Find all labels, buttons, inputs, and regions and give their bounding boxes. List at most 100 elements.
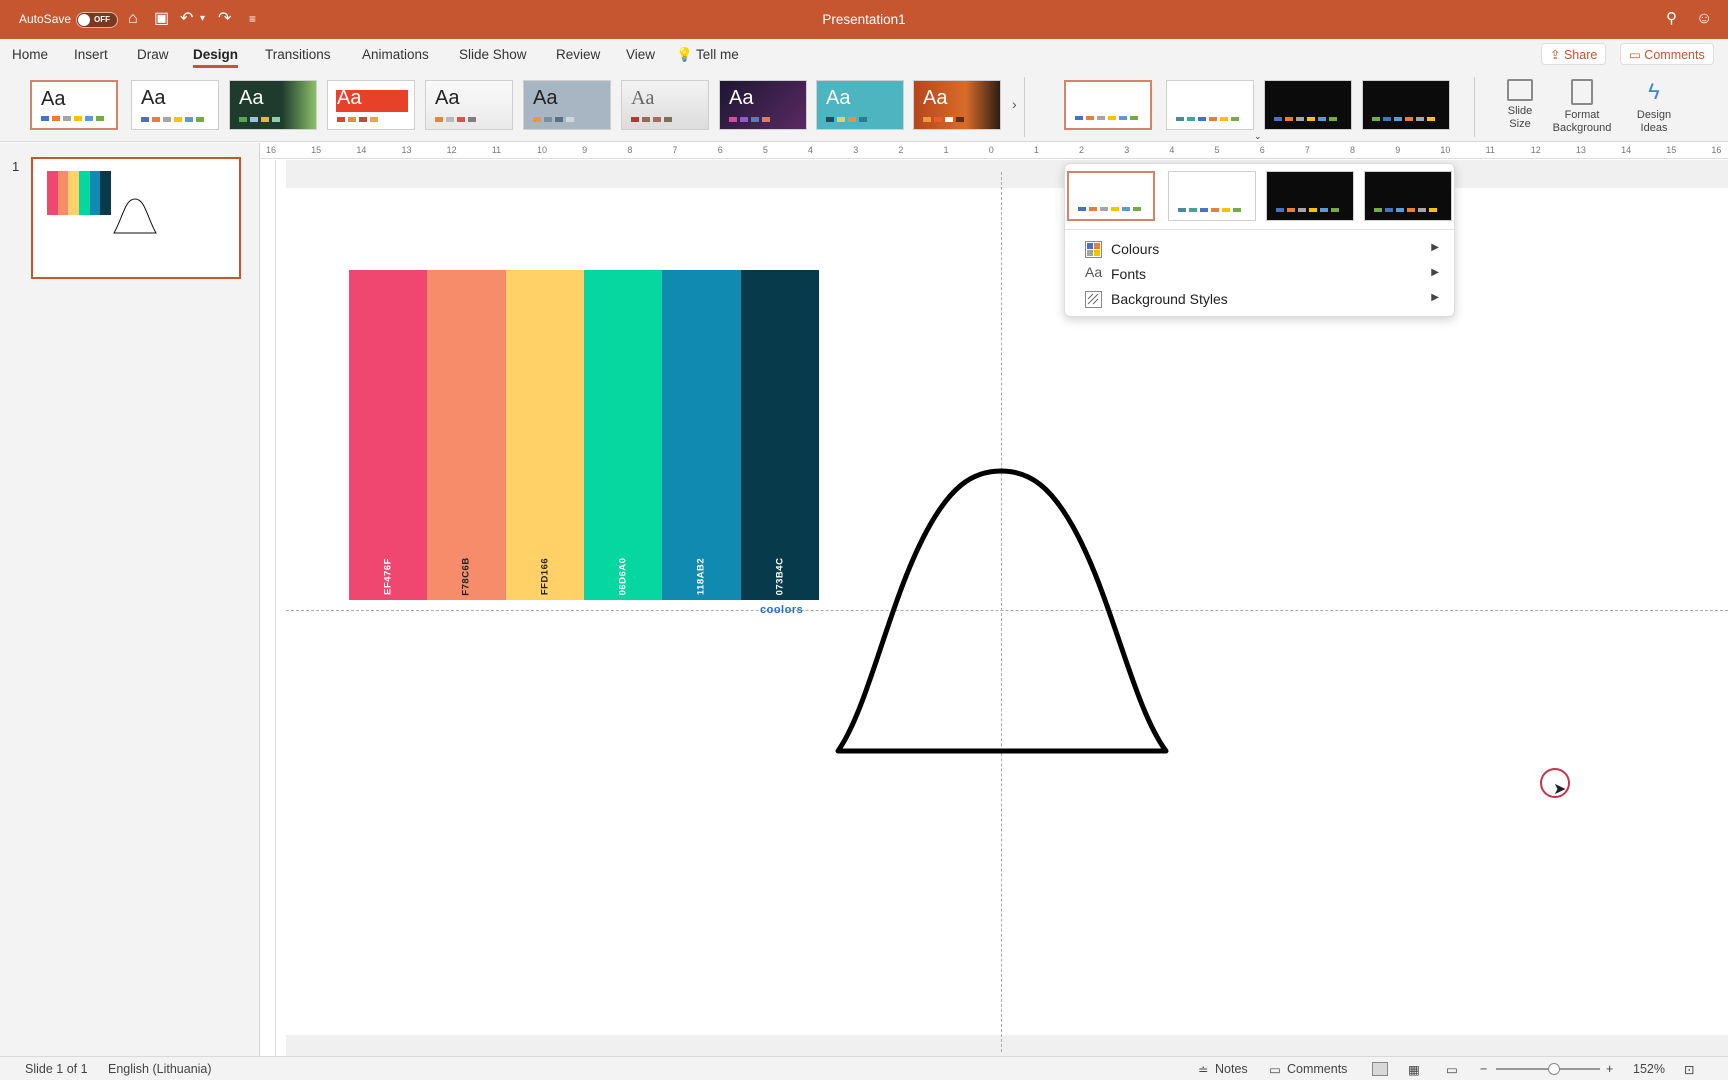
comments-button[interactable]: ▭ Comments (1620, 43, 1714, 65)
tab-transitions[interactable]: Transitions (265, 47, 331, 62)
design-ideas-button[interactable]: ϟ Design Ideas (1626, 79, 1682, 135)
variant-2[interactable] (1166, 80, 1254, 130)
fonts-label: Fonts (1111, 266, 1147, 282)
menu-item-fonts[interactable]: Aa Fonts ▶ (1085, 264, 1445, 286)
palette-swatch: 073B4C (740, 270, 819, 600)
smiley-icon[interactable]: ☺ (1696, 9, 1712, 29)
tab-slide-show[interactable]: Slide Show (459, 47, 527, 62)
theme-office-2[interactable]: Aa (131, 80, 219, 130)
share-label: Share (1563, 48, 1598, 62)
bell-curve-shape[interactable] (830, 465, 1175, 755)
tab-insert[interactable]: Insert (74, 47, 108, 62)
search-icon[interactable]: ⚲ (1666, 9, 1677, 29)
ruler-tick-label: 1 (943, 145, 949, 155)
canvas-margin-bottom (286, 1035, 1728, 1056)
theme-preview-text: Aa (239, 87, 264, 109)
zoom-level[interactable]: 152% (1633, 1062, 1665, 1076)
tab-home[interactable]: Home (12, 47, 48, 62)
zoom-slider-thumb[interactable] (1548, 1063, 1560, 1075)
normal-view-icon[interactable] (1372, 1062, 1388, 1076)
canvas-margin-top (286, 160, 1728, 188)
variant-1[interactable] (1064, 80, 1152, 130)
variants-dropdown: Colours ▶ Aa Fonts ▶ Background Styles ▶ (1064, 163, 1456, 317)
theme-orange[interactable]: Aa (913, 80, 1001, 130)
ribbon-divider (1474, 77, 1475, 137)
fit-to-window-icon[interactable]: ⊡ (1684, 1062, 1694, 1077)
swatch-hex-label: 06D6A0 (617, 557, 629, 596)
thumbnail-palette (47, 171, 112, 215)
share-icon: ⇪ (1550, 48, 1564, 62)
theme-preview-text: Aa (729, 87, 754, 109)
dropdown-variant-4[interactable] (1364, 171, 1452, 221)
format-background-icon (1571, 79, 1593, 105)
theme-preview-text: Aa (435, 87, 460, 109)
theme-newsprint[interactable]: Aa (621, 80, 709, 130)
menu-item-background-styles[interactable]: Background Styles ▶ (1085, 289, 1445, 311)
dropdown-variant-2[interactable] (1168, 171, 1256, 221)
ruler-tick-label: 9 (1395, 145, 1401, 155)
background-styles-icon (1085, 291, 1102, 308)
zoom-out-icon[interactable]: − (1480, 1062, 1487, 1076)
thumbnail-bell-shape (113, 198, 157, 234)
zoom-in-icon[interactable]: + (1606, 1062, 1613, 1076)
ruler-tick-label: 16 (1711, 145, 1722, 155)
dropdown-divider (1065, 229, 1456, 230)
ruler-tick-label: 3 (1124, 145, 1130, 155)
status-bar: Slide 1 of 1 English (Lithuania) ≐ Notes… (0, 1056, 1728, 1080)
ruler-tick-label: 7 (1304, 145, 1310, 155)
dropdown-variant-1[interactable] (1067, 171, 1155, 221)
ruler-tick-label: 1 (1033, 145, 1039, 155)
theme-green-dark[interactable]: Aa (229, 80, 317, 130)
theme-preview-text: Aa (631, 87, 655, 109)
slide-size-button[interactable]: Slide Size (1494, 79, 1546, 131)
tab-design[interactable]: Design (193, 47, 239, 68)
palette-swatch: 06D6A0 (583, 270, 663, 600)
theme-gray[interactable]: Aa (425, 80, 513, 130)
theme-slate[interactable]: Aa (523, 80, 611, 130)
slide-thumbnail[interactable] (31, 157, 241, 279)
ruler-tick-label: 2 (1079, 145, 1085, 155)
variants-expand-icon[interactable]: ⌄ (1254, 131, 1262, 142)
mouse-pointer-icon: ➤ (1553, 781, 1567, 798)
status-comments-button[interactable]: Comments (1287, 1062, 1347, 1076)
ruler-tick-label: 5 (1214, 145, 1220, 155)
tell-me-field[interactable]: Tell me (696, 47, 739, 62)
theme-office[interactable]: Aa (30, 80, 118, 130)
slides-panel: 1 (0, 143, 260, 1056)
theme-teal[interactable]: Aa (816, 80, 904, 130)
ruler-tick-label: 14 (356, 145, 367, 155)
slideshow-icon[interactable]: ▭ (1446, 1062, 1458, 1077)
dropdown-variant-3[interactable] (1266, 171, 1354, 221)
theme-red[interactable]: Aa (327, 80, 415, 130)
language-indicator[interactable]: English (Lithuania) (108, 1062, 212, 1076)
tab-animations[interactable]: Animations (362, 47, 429, 62)
share-button[interactable]: ⇪ Share (1541, 43, 1607, 65)
ruler-tick-label: 0 (988, 145, 994, 155)
swatch-hex-label: 118AB2 (695, 557, 707, 596)
slide-sorter-icon[interactable]: ▦ (1408, 1062, 1420, 1077)
ruler-tick-label: 10 (537, 145, 548, 155)
tab-draw[interactable]: Draw (137, 47, 169, 62)
submenu-arrow-icon: ▶ (1431, 267, 1439, 278)
swatch-hex-label: FFD166 (539, 557, 551, 596)
theme-preview-text: Aa (826, 87, 851, 109)
theme-purple[interactable]: Aa (719, 80, 807, 130)
theme-preview-text: Aa (533, 87, 558, 109)
tab-view[interactable]: View (626, 47, 655, 62)
background-styles-label: Background Styles (1111, 291, 1228, 307)
notes-button[interactable]: Notes (1215, 1062, 1248, 1076)
ruler-tick-label: 13 (1575, 145, 1586, 155)
theme-preview-text: Aa (337, 87, 362, 109)
color-palette-image[interactable]: EF476F F78C6B FFD166 06D6A0 118AB2 073B4C (349, 270, 819, 600)
format-background-button[interactable]: Format Background (1548, 79, 1616, 135)
slide-number: 1 (12, 159, 20, 174)
variant-3[interactable] (1264, 80, 1352, 130)
themes-next-icon[interactable]: › (1012, 96, 1017, 112)
variant-4[interactable] (1362, 80, 1450, 130)
slide-size-icon (1507, 79, 1533, 101)
ruler-tick-label: 7 (672, 145, 678, 155)
slide-info: Slide 1 of 1 (25, 1062, 88, 1076)
tab-review[interactable]: Review (556, 47, 600, 62)
zoom-slider[interactable] (1496, 1063, 1600, 1075)
menu-item-colours[interactable]: Colours ▶ (1085, 239, 1445, 261)
